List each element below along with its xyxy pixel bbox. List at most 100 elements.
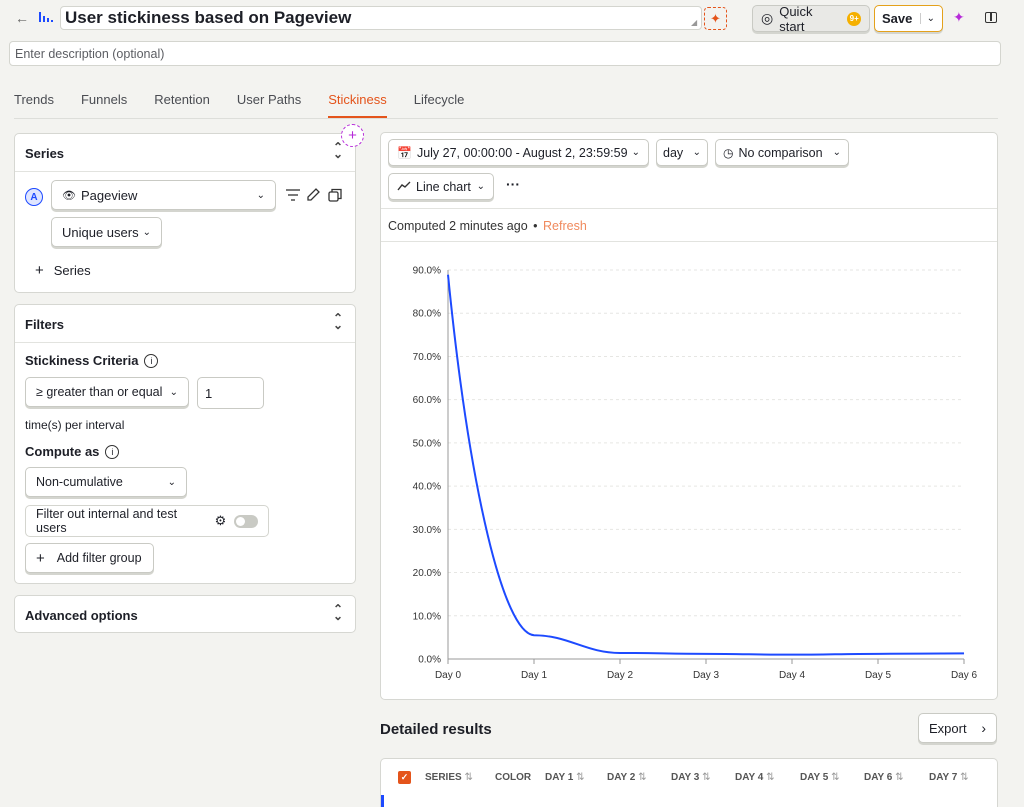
event-select[interactable]: 👁 Pageview ⌄ [51,180,276,210]
advanced-options-header[interactable]: Advanced options ⌃ ⌄ [15,596,355,634]
x-tick-label: Day 5 [865,670,892,681]
filter-internal-toggle[interactable] [234,514,258,528]
chart-type-value: Line chart [416,179,471,194]
series-panel-header[interactable]: Series ⌃ ⌄ [15,134,355,172]
export-button[interactable]: Export › [918,713,997,743]
tab-retention[interactable]: Retention [154,92,210,118]
col-header-day-2[interactable]: DAY 2 ⇅ [607,772,671,783]
filter-internal-row[interactable]: Filter out internal and test users ⚙ [25,505,269,537]
tab-user-paths[interactable]: User Paths [237,92,301,118]
x-tick-label: Day 2 [607,670,634,681]
quick-start-button[interactable]: ◎ Quick start 9+ [752,4,870,34]
chart-type-select[interactable]: Line chart ⌄ [388,173,494,200]
interval-select[interactable]: day ⌄ [656,139,708,166]
tab-funnels[interactable]: Funnels [81,92,127,118]
x-tick-label: Day 6 [951,670,978,681]
add-filter-group-button[interactable]: + Add filter group [25,543,154,573]
criteria-value-input[interactable]: 1 [197,377,264,409]
select-all-checkbox[interactable]: ✓ [398,770,411,784]
col-header-color: COLOR [495,771,532,783]
chevron-down-icon: ⌄ [256,189,265,201]
side-panel-icon[interactable] [985,12,997,23]
y-tick-label: 0.0% [418,655,441,666]
edit-pencil-icon[interactable] [305,187,321,206]
comparison-select[interactable]: ◷ No comparison ⌄ [715,139,849,166]
aggregation-value: Unique users [62,224,139,240]
gear-icon[interactable]: ⚙ [215,513,227,529]
add-series-label: Series [53,263,91,278]
computed-status: Computed 2 minutes ago • Refresh [388,219,587,233]
series-line[interactable] [447,274,965,656]
interval-text: time(s) per interval [25,418,125,432]
ai-sparkle-button[interactable]: ✦ [704,7,727,30]
collapse-icon[interactable]: ⌃ ⌄ [333,312,343,331]
x-tick-label: Day 1 [521,670,548,681]
plus-icon: + [35,262,44,279]
col-header-day-4[interactable]: DAY 4 ⇅ [735,772,800,783]
export-label: Export [929,720,967,736]
filters-panel-header[interactable]: Filters ⌃ ⌄ [15,305,355,343]
y-tick-label: 10.0% [413,611,441,622]
insight-tabs: Trends Funnels Retention User Paths Stic… [14,92,464,118]
info-icon[interactable]: i [144,353,159,368]
insight-title-input[interactable]: User stickiness based on Pageview [60,6,702,30]
computed-text: Computed 2 minutes ago [388,219,528,233]
tab-trends[interactable]: Trends [14,92,54,118]
description-input[interactable]: Enter description (optional) [9,41,1001,66]
col-header-day-5[interactable]: DAY 5 ⇅ [800,772,864,783]
tab-stickiness[interactable]: Stickiness [328,92,387,118]
max-ai-icon[interactable]: ✦ [953,9,965,26]
event-name: Pageview [80,187,138,203]
col-header-day-6[interactable]: DAY 6 ⇅ [864,772,929,783]
col-header-series[interactable]: SERIES ⇅ [425,772,495,783]
add-series-button[interactable]: + Series [35,262,91,279]
col-header-day-3[interactable]: DAY 3 ⇅ [671,772,735,783]
y-tick-label: 80.0% [413,309,441,320]
date-range-value: July 27, 00:00:00 - August 2, 23:59:59 [416,145,628,160]
insight-type-icon [38,10,54,27]
line-chart-icon [397,179,411,194]
resize-handle-icon: ◢ [691,18,698,27]
filter-lines-icon[interactable] [285,188,301,205]
y-tick-label: 70.0% [413,352,441,363]
interval-value: day [663,145,684,160]
x-tick-label: Day 4 [779,670,806,681]
advanced-options-panel[interactable]: Advanced options ⌃ ⌄ [14,595,356,633]
plus-icon: + [36,549,45,567]
save-button[interactable]: Save ⌄ [874,5,943,32]
refresh-link[interactable]: Refresh [543,219,587,233]
chevron-down-icon: ⌄ [476,181,485,192]
y-tick-label: 20.0% [413,568,441,579]
series-letter-badge: A [25,188,43,206]
col-header-day-1[interactable]: DAY 1 ⇅ [545,772,607,783]
y-tick-label: 30.0% [413,525,441,536]
operator-select[interactable]: ≥ greater than or equal ⌄ [25,377,189,407]
eye-icon: 👁 [62,189,76,202]
stickiness-criteria-label: Stickiness Criteria i [25,353,159,368]
info-icon[interactable]: i [105,444,120,459]
duplicate-icon[interactable] [327,187,343,206]
stickiness-line-chart: 0.0% 10.0% 20.0% 30.0% 40.0% 50.0% 60.0% 70.0% 8… [413,266,978,682]
tab-lifecycle[interactable]: Lifecycle [414,92,465,118]
detailed-results-title: Detailed results [380,721,492,738]
date-range-select[interactable]: 📅 July 27, 00:00:00 - August 2, 23:59:59… [388,139,649,166]
add-series-plus-icon[interactable]: + [341,124,364,147]
col-header-day-7[interactable]: DAY 7 ⇅ [929,772,989,783]
advanced-options-title: Advanced options [25,608,138,623]
collapse-icon[interactable]: ⌃ ⌄ [333,141,343,160]
save-label: Save [882,11,913,26]
comparison-value: No comparison [738,145,823,160]
chevron-right-icon: › [981,720,986,736]
filters-panel: Filters ⌃ ⌄ Stickiness Criteria i ≥ great… [14,304,356,584]
aggregation-select[interactable]: Unique users ⌄ [51,217,162,247]
filters-panel-title: Filters [25,317,65,332]
compute-select[interactable]: Non-cumulative ⌄ [25,467,187,497]
save-dropdown-icon[interactable]: ⌄ [919,13,935,24]
more-options-button[interactable]: ··· [506,176,520,192]
compute-as-label: Compute as i [25,444,120,459]
results-table: ✓ SERIES ⇅ COLOR DAY 1 ⇅ DAY 2 ⇅ DAY 3 ⇅… [380,758,998,807]
chevron-down-icon: ⌄ [631,147,640,158]
back-arrow-icon[interactable]: ← [15,10,29,26]
expand-icon[interactable]: ⌃ ⌄ [333,603,343,622]
add-filter-group-label: Add filter group [56,551,142,565]
